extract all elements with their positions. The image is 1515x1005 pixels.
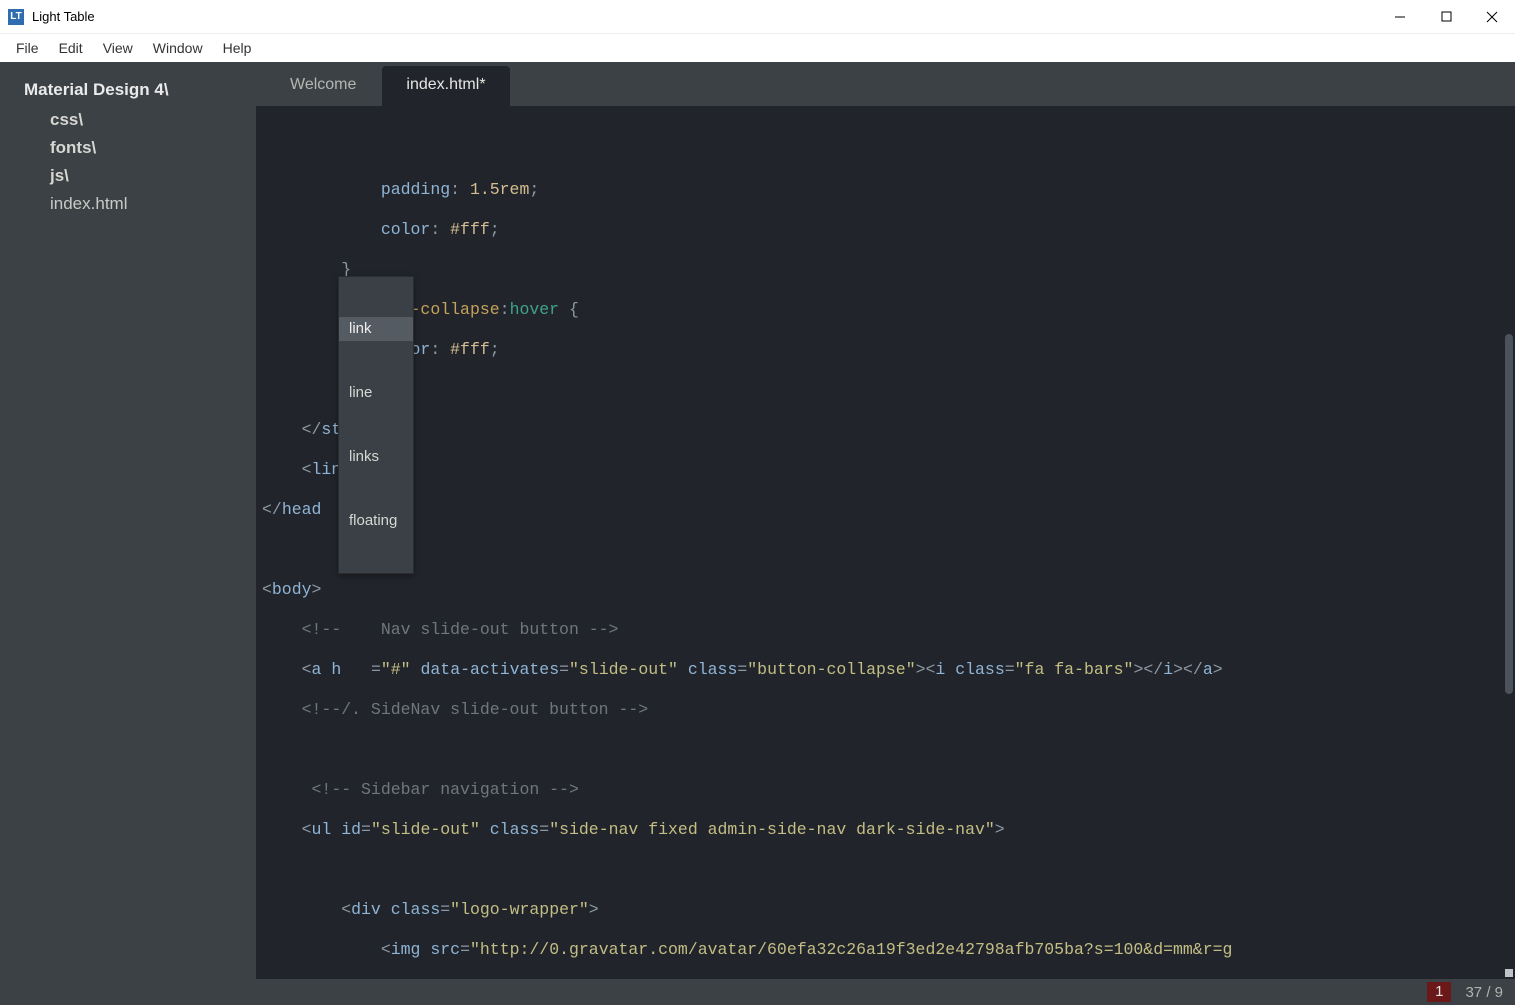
window-controls (1377, 0, 1515, 33)
titlebar: LT Light Table (0, 0, 1515, 34)
autocomplete-popup[interactable]: link line links floating (338, 276, 414, 574)
sidebar-item-css[interactable]: css\ (28, 106, 244, 134)
sidebar-item-fonts[interactable]: fonts\ (28, 134, 244, 162)
code-editor[interactable]: padding: 1.5rem; color: #fff; } .button-… (256, 106, 1515, 979)
tab-bar: Welcome index.html* (256, 62, 1515, 106)
menu-file[interactable]: File (6, 38, 49, 58)
window-title: Light Table (32, 9, 95, 24)
tab-index-html[interactable]: index.html* (382, 66, 509, 106)
status-bar: 1 37 / 9 (0, 979, 1515, 1005)
sidebar-item-index[interactable]: index.html (28, 190, 244, 218)
menu-view[interactable]: View (93, 38, 143, 58)
status-error-count[interactable]: 1 (1427, 982, 1451, 1002)
main-area: Material Design 4\ css\ fonts\ js\ index… (0, 62, 1515, 979)
menu-edit[interactable]: Edit (49, 38, 93, 58)
maximize-button[interactable] (1423, 0, 1469, 33)
autocomplete-item-floating[interactable]: floating (339, 509, 413, 533)
horizontal-scrollbar-track[interactable] (262, 967, 1505, 977)
vertical-scrollbar-thumb[interactable] (1505, 334, 1513, 694)
menu-window[interactable]: Window (143, 38, 213, 58)
resize-corner-icon (1505, 969, 1513, 977)
file-tree-sidebar: Material Design 4\ css\ fonts\ js\ index… (0, 62, 256, 979)
app-icon: LT (8, 9, 24, 25)
code-content: padding: 1.5rem; color: #fff; } .button-… (262, 160, 1515, 979)
project-root[interactable]: Material Design 4\ (24, 80, 244, 100)
autocomplete-item-line[interactable]: line (339, 381, 413, 405)
sidebar-item-js[interactable]: js\ (28, 162, 244, 190)
autocomplete-item-links[interactable]: links (339, 445, 413, 469)
menubar: File Edit View Window Help (0, 34, 1515, 62)
status-cursor-position: 37 / 9 (1465, 984, 1503, 1001)
menu-help[interactable]: Help (213, 38, 262, 58)
close-button[interactable] (1469, 0, 1515, 33)
editor-column: Welcome index.html* padding: 1.5rem; col… (256, 62, 1515, 979)
minimize-button[interactable] (1377, 0, 1423, 33)
autocomplete-item-link[interactable]: link (339, 317, 413, 341)
tab-welcome[interactable]: Welcome (266, 66, 380, 106)
